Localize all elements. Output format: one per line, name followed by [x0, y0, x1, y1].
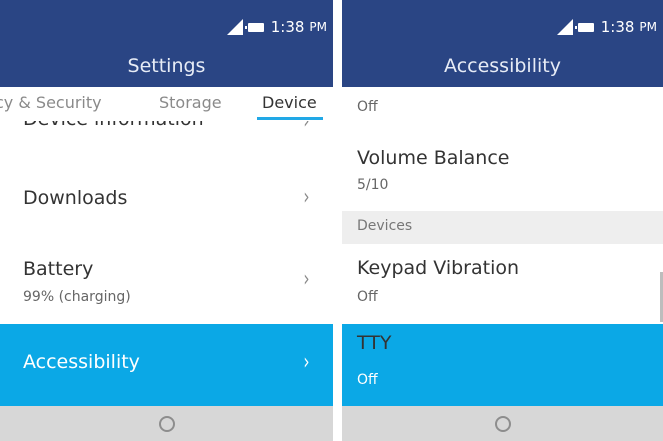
battery-icon — [574, 22, 594, 32]
list-item-title: Battery — [23, 258, 94, 280]
list-item-title: Device information — [23, 121, 204, 130]
circle-select-icon[interactable] — [494, 416, 511, 432]
tab-device[interactable]: Device — [262, 93, 317, 112]
tab-privacy-security[interactable]: cy & Security — [0, 93, 102, 112]
tab-bar: cy & Security Storage Device — [0, 87, 333, 121]
list-item-title: Keypad Vibration — [357, 257, 520, 279]
clock: 1:38 — [270, 18, 305, 36]
tab-storage[interactable]: Storage — [159, 93, 222, 112]
list-item-title: Accessibility — [23, 351, 140, 373]
clock-ampm: PM — [309, 20, 327, 34]
list-item-downloads[interactable]: Downloads › — [0, 166, 333, 236]
accessibility-screen: 1:38 PM Accessibility Off Volume Balance… — [342, 0, 663, 441]
clock-ampm: PM — [639, 20, 657, 34]
list-item-keypad-vibration[interactable]: Keypad Vibration Off — [342, 244, 663, 324]
list-item-title: Downloads — [23, 187, 128, 209]
chevron-right-icon: › — [303, 267, 310, 292]
chevron-right-icon: › — [303, 121, 310, 134]
softkey-bar — [342, 406, 663, 441]
section-header-devices: Devices — [342, 211, 663, 244]
page-title: Accessibility — [444, 55, 561, 77]
softkey-bar — [0, 406, 333, 441]
screen-divider — [333, 0, 342, 441]
chevron-right-icon: › — [303, 185, 310, 210]
list-item-title: TTY — [357, 332, 392, 354]
tab-selected-indicator — [257, 117, 323, 120]
signal-icon — [226, 19, 243, 35]
list-item-battery[interactable]: Battery 99% (charging) › — [0, 246, 333, 321]
status-bar: 1:38 PM — [556, 17, 657, 37]
volume-balance-value: 5/10 — [357, 177, 389, 193]
battery-icon — [244, 22, 264, 32]
keypad-vibration-value: Off — [357, 289, 378, 305]
settings-list: Device information › Downloads › Battery… — [0, 121, 333, 406]
circle-select-icon[interactable] — [158, 416, 175, 432]
list-item-tty[interactable]: TTY Off — [342, 324, 663, 406]
clock: 1:38 — [600, 18, 635, 36]
tty-value: Off — [357, 372, 378, 388]
battery-status: 99% (charging) — [23, 289, 131, 305]
list-item-volume-balance[interactable]: Volume Balance 5/10 — [342, 129, 663, 214]
settings-screen: 1:38 PM Settings cy & Security Storage D… — [0, 0, 333, 441]
page-title: Settings — [127, 55, 206, 77]
previous-item-value: Off — [357, 99, 378, 115]
signal-icon — [556, 19, 573, 35]
section-label: Devices — [357, 218, 413, 234]
header: 1:38 PM Settings — [0, 0, 333, 87]
status-bar: 1:38 PM — [226, 17, 327, 37]
header: 1:38 PM Accessibility — [342, 0, 663, 87]
list-item-title: Volume Balance — [357, 147, 510, 169]
chevron-right-icon: › — [303, 350, 310, 375]
list-item-accessibility[interactable]: Accessibility › — [0, 324, 333, 406]
accessibility-list: Off Volume Balance 5/10 Devices Keypad V… — [342, 87, 663, 406]
list-item-device-information[interactable]: Device information › — [0, 121, 333, 141]
